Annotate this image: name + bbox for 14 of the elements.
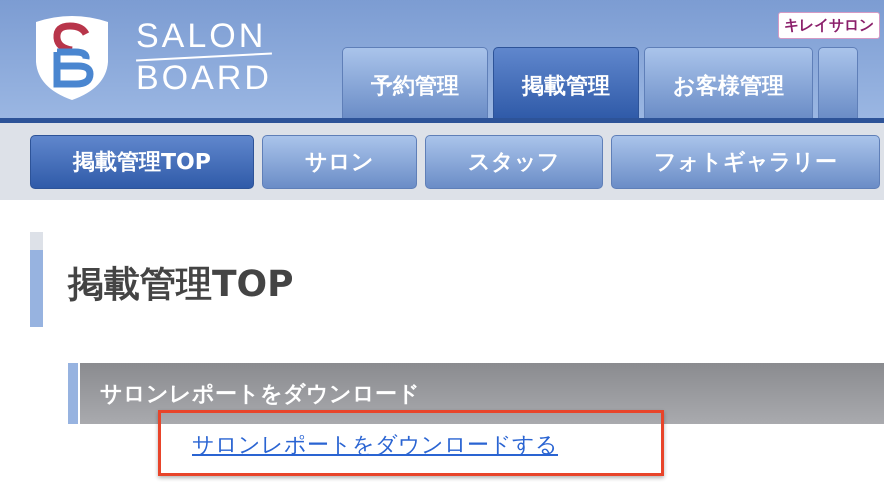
subnav-button[interactable]: スタッフ bbox=[424, 134, 603, 188]
nav-tab[interactable]: お客様管理 bbox=[644, 47, 813, 118]
page-title: 掲載管理TOP bbox=[68, 263, 294, 307]
nav-tab[interactable]: 予約管理 bbox=[342, 47, 488, 118]
nav-tab[interactable]: 掲載管理 bbox=[493, 47, 639, 118]
subnav-button[interactable]: サロン bbox=[262, 134, 417, 188]
subnav-button[interactable]: 掲載管理TOP bbox=[30, 134, 254, 188]
subnav-button[interactable]: フォトギャラリー bbox=[610, 134, 880, 188]
logo-text: BOARD bbox=[136, 60, 272, 96]
section-title: サロンレポートをダウンロード bbox=[100, 380, 420, 408]
download-link[interactable]: サロンレポートをダウンロードする bbox=[192, 433, 558, 458]
nav-tab[interactable] bbox=[818, 47, 858, 118]
salon-badge: キレイサロン bbox=[778, 12, 880, 39]
logo-text: SALON bbox=[136, 18, 268, 54]
